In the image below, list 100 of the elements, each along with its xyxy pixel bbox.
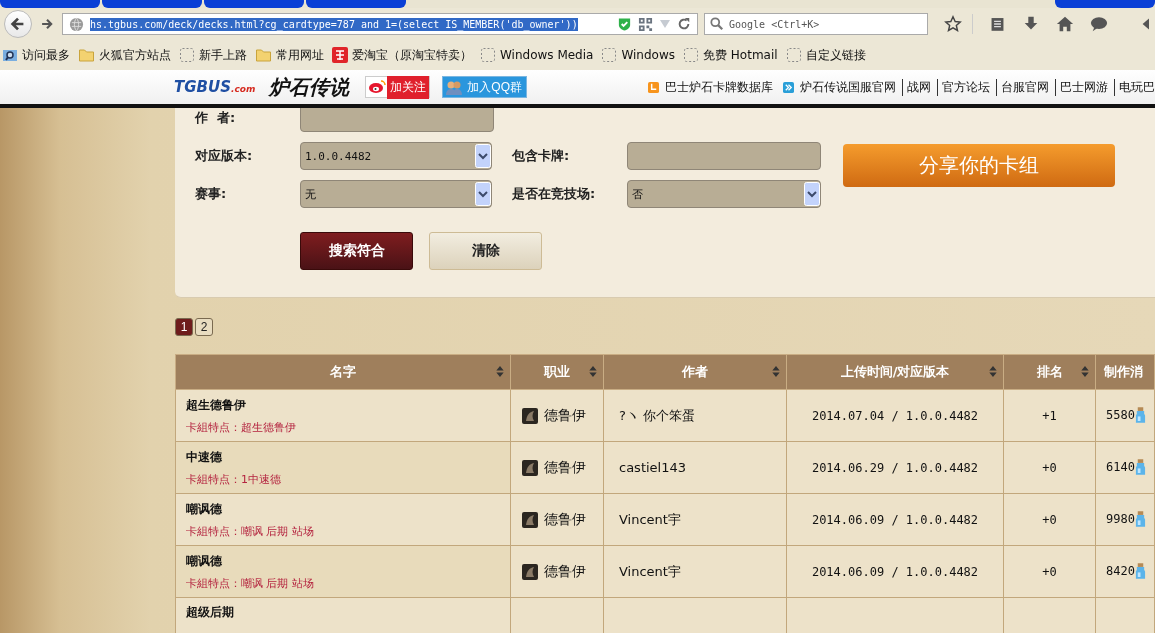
header-link[interactable]: 台服官网 (996, 78, 1049, 96)
class-icon (522, 563, 538, 580)
rank-value: +0 (1042, 564, 1057, 579)
potion-icon (1135, 407, 1146, 424)
taobao-icon (332, 47, 348, 63)
header-link[interactable]: 炉石传说国服官网 (800, 78, 896, 96)
arrow-right-icon (40, 17, 54, 31)
upload-date: 2014.06.09 / 1.0.0.4482 (811, 564, 979, 579)
folder-icon (78, 47, 95, 63)
class-icon (522, 407, 538, 424)
upload-date: 2014.06.29 / 1.0.0.4482 (811, 460, 979, 475)
column-header[interactable]: 上传时间/对应版本 (786, 354, 1004, 390)
deck-features: 卡組特点：超生德鲁伊 (186, 419, 297, 435)
chevron-icon (475, 182, 491, 206)
text-field[interactable] (627, 142, 821, 170)
deck-name[interactable]: 嘲讽德 (186, 552, 509, 570)
double-arrow-icon (783, 81, 794, 93)
class-icon (522, 459, 538, 476)
sort-icon[interactable] (589, 366, 597, 377)
page-icon (601, 47, 618, 63)
browser-tab[interactable] (1055, 0, 1155, 8)
browser-tab[interactable] (102, 0, 202, 8)
sort-icon[interactable] (1081, 366, 1089, 377)
site-logo[interactable]: TGBUS.com (174, 78, 256, 96)
database-link[interactable]: 巴士炉石卡牌数据库 (665, 78, 773, 96)
chevron-icon (475, 144, 491, 168)
search-icon (710, 17, 724, 31)
bookmark-item[interactable]: Windows Media (480, 47, 594, 63)
chevron-icon (804, 182, 820, 206)
potion-icon (1135, 511, 1146, 528)
page-button[interactable]: 2 (195, 318, 213, 336)
deck-name[interactable]: 嘲讽德 (186, 500, 509, 518)
address-bar[interactable]: hs.tgbus.com/deck/decks.html?cg_cardtype=787 and 1=(select IS_MEMBER('db_owner')) (62, 13, 698, 35)
field-label: 作 者: (195, 109, 237, 127)
sort-icon[interactable] (496, 366, 504, 377)
deck-name[interactable]: 超生德鲁伊 (186, 396, 509, 414)
class-name: 德鲁伊 (544, 562, 586, 581)
column-header[interactable]: 排名 (1003, 354, 1096, 390)
header-link[interactable]: 巴士网游 (1055, 78, 1108, 96)
search-button[interactable]: 搜索符合 (300, 232, 413, 270)
header-link[interactable]: 电玩巴 (1114, 78, 1155, 96)
bookmark-item[interactable]: 常用网址 (255, 46, 324, 64)
globe-icon (69, 16, 84, 32)
bookmark-item[interactable]: 爱淘宝（原淘宝特卖） (332, 46, 472, 64)
search-field[interactable]: Google <Ctrl+K> (704, 13, 928, 35)
select-field[interactable]: 否 (627, 180, 821, 208)
clipboard-icon[interactable] (989, 15, 1006, 33)
url-text: hs.tgbus.com/deck/decks.html?cg_cardtype=787 and 1=(select IS_MEMBER('db_owner')) (90, 17, 578, 31)
class-name: 德鲁伊 (544, 458, 586, 477)
page-icon (179, 47, 195, 63)
home-icon[interactable] (1056, 15, 1074, 33)
column-header[interactable]: 名字 (175, 354, 511, 390)
deck-name[interactable]: 中速德 (186, 448, 509, 466)
bookmark-item[interactable]: 自定义链接 (785, 46, 866, 64)
column-header[interactable]: 作者 (603, 354, 787, 390)
sort-icon[interactable] (772, 366, 780, 377)
column-header[interactable]: 制作消 (1095, 354, 1155, 390)
select-field[interactable]: 1.0.0.4482 (300, 142, 492, 170)
upload-date: 2014.07.04 / 1.0.0.4482 (811, 408, 979, 423)
bookmark-item[interactable]: 免费 Hotmail (683, 46, 778, 64)
bookmark-item[interactable]: 火狐官方站点 (78, 46, 171, 64)
field-label: 是否在竞技场: (511, 185, 597, 203)
deck-features: 卡組特点：嘲讽 后期 站场 (186, 575, 315, 591)
select-field[interactable]: 无 (300, 180, 492, 208)
site-title: 炉石传说 (269, 73, 350, 101)
bookmark-item[interactable]: 访问最多 (2, 46, 70, 64)
page-button[interactable]: 1 (175, 318, 193, 336)
class-name: 德鲁伊 (544, 510, 586, 529)
text-field[interactable] (300, 108, 494, 132)
page-icon (480, 47, 496, 63)
column-header[interactable]: 职业 (510, 354, 604, 390)
browser-tab[interactable] (306, 0, 406, 8)
folder-icon (255, 47, 272, 63)
browser-tab[interactable] (204, 0, 304, 8)
dust-cost: 6140 (1106, 460, 1135, 474)
sort-icon[interactable] (989, 366, 997, 377)
header-link[interactable]: 官方论坛 (937, 78, 990, 96)
deck-features: 卡組特点：嘲讽 后期 站场 (186, 523, 315, 539)
qr-code-icon[interactable] (638, 16, 653, 32)
bookmark-icon (648, 81, 659, 93)
rank-value: +0 (1042, 460, 1057, 475)
reload-icon[interactable] (677, 17, 691, 31)
upload-date: 2014.06.09 / 1.0.0.4482 (811, 512, 979, 527)
folder-search-icon (2, 47, 18, 63)
deck-features: 卡組特点：1中速德 (186, 471, 282, 487)
author-name: Vincent宇 (618, 511, 681, 527)
follow-button[interactable]: 加关注 (365, 76, 431, 98)
clear-button[interactable]: 清除 (429, 232, 542, 270)
author-name: castiel143 (618, 460, 687, 475)
field-label: 赛事: (195, 185, 228, 203)
dust-cost: 5580 (1106, 408, 1135, 422)
class-icon (522, 511, 538, 528)
star-icon[interactable] (944, 15, 962, 33)
chat-icon[interactable] (1090, 15, 1108, 33)
header-link[interactable]: 战网 (902, 78, 931, 96)
bookmark-item[interactable]: Windows (601, 47, 675, 63)
bookmark-item[interactable]: 新手上路 (179, 46, 247, 64)
author-name: ?ヽ 你个笨蛋 (618, 407, 696, 423)
back-button[interactable] (4, 10, 32, 38)
rank-value: +1 (1042, 408, 1057, 423)
